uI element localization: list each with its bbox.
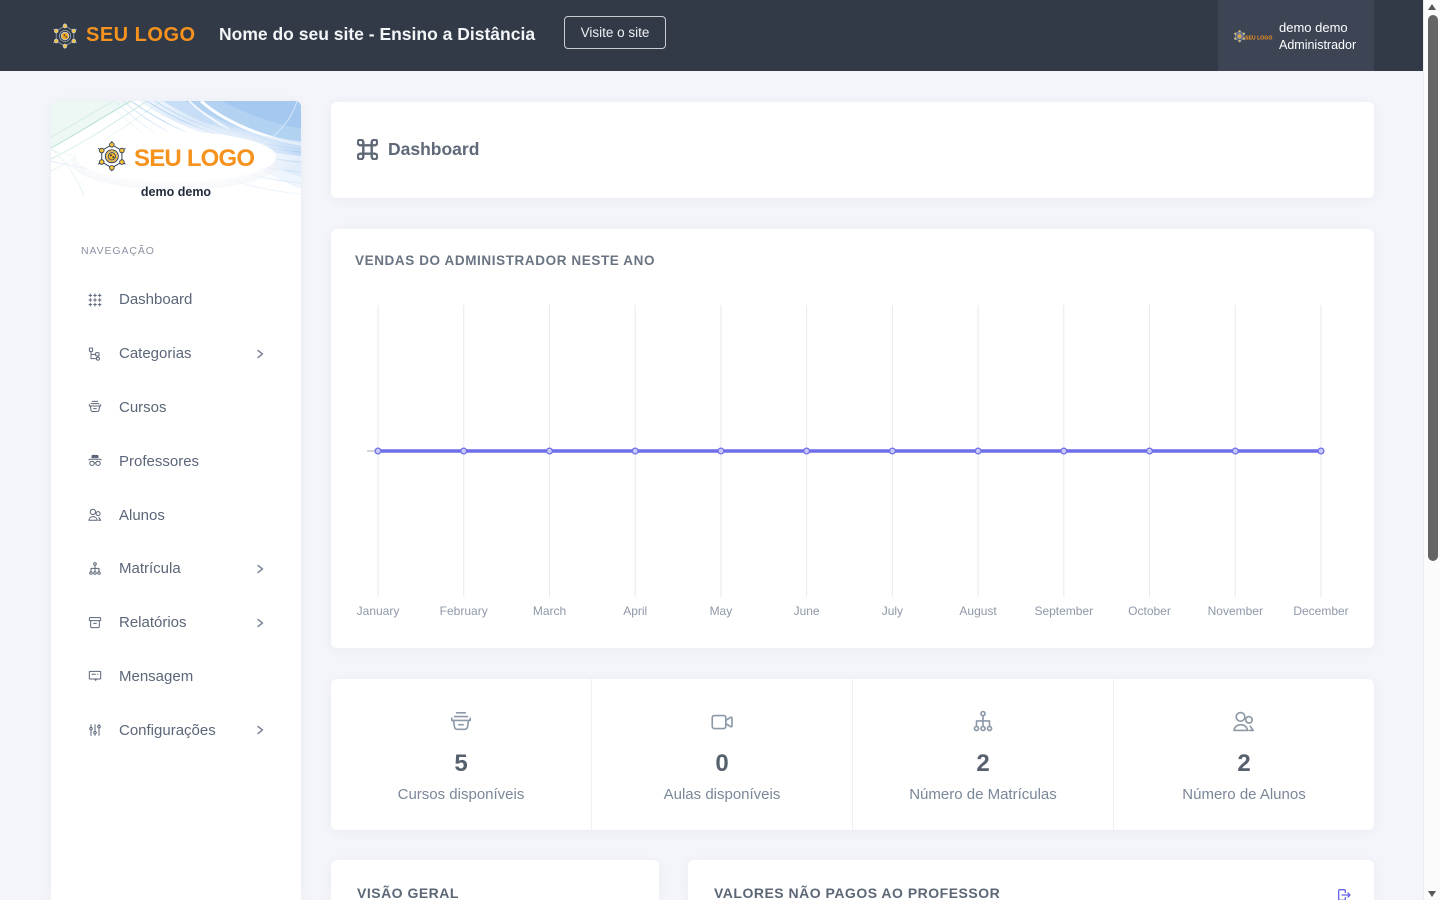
svg-text:April: April (623, 604, 647, 618)
svg-text:SEU LOGO: SEU LOGO (134, 145, 254, 172)
svg-text:SEU LOGO: SEU LOGO (1245, 35, 1272, 41)
svg-text:February: February (440, 604, 488, 618)
svg-text:June: June (794, 604, 820, 618)
svg-text:November: November (1208, 604, 1263, 618)
svg-text:March: March (533, 604, 566, 618)
svg-text:August: August (959, 604, 997, 618)
svg-text:January: January (357, 604, 400, 618)
svg-text:September: September (1034, 604, 1093, 618)
svg-text:December: December (1293, 604, 1348, 618)
svg-text:May: May (710, 604, 733, 618)
svg-text:July: July (882, 604, 903, 618)
svg-text:October: October (1128, 604, 1171, 618)
